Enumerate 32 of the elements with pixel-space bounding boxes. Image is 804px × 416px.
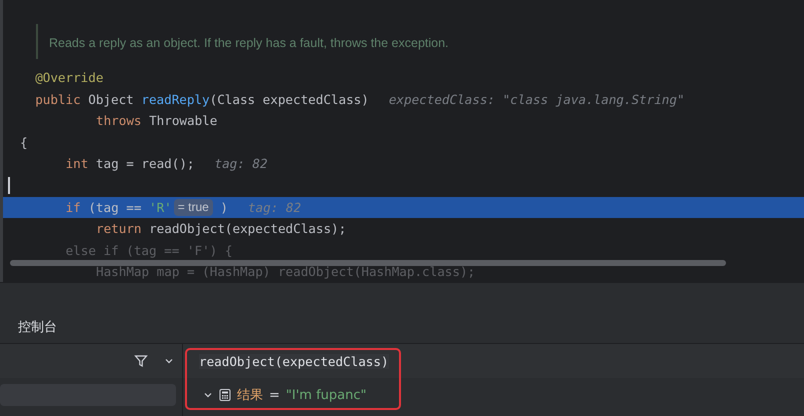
code-annotation: @Override <box>35 69 104 87</box>
inline-value-badge: = true <box>174 198 213 216</box>
code-text: tag = read(); <box>94 155 194 174</box>
equals-sign: = <box>269 388 280 402</box>
code-text: (Class expectedClass) <box>210 90 369 109</box>
code-method: readReply <box>141 90 210 109</box>
inline-value-hint: tag: 82 <box>214 155 268 174</box>
code-keyword: return <box>96 220 142 238</box>
inline-value-hint: expectedClass: "class java.lang.String" <box>388 90 685 109</box>
code-keyword: throws <box>96 112 142 130</box>
code-keyword: int <box>66 155 88 174</box>
code-keyword: if <box>66 198 81 217</box>
variable-value: "I'm fupanc" <box>286 388 366 402</box>
code-text: else if (tag == 'F') { <box>66 242 232 260</box>
filter-icon[interactable] <box>134 354 148 368</box>
code-text: (tag == <box>87 198 142 217</box>
code-keyword: public <box>35 90 81 109</box>
inline-value-hint: tag: 82 <box>248 198 302 217</box>
expression-field[interactable]: readObject(expectedClass) <box>199 354 389 368</box>
chevron-down-icon[interactable] <box>203 390 213 400</box>
code-string: 'R' <box>149 198 172 217</box>
doc-comment: Reads a reply as an object. If the reply has a fault, throws the exception. <box>49 36 449 50</box>
console-tab[interactable]: 控制台 <box>18 318 57 336</box>
variable-name: 结果 <box>237 387 263 404</box>
code-text: Object <box>87 90 135 109</box>
chevron-down-icon[interactable] <box>164 356 174 366</box>
code-text: Throwable <box>148 112 218 130</box>
code-text: { <box>20 134 28 152</box>
calculator-icon <box>219 389 231 401</box>
code-text: HashMap map = (HashMap) readObject(HashMap.class); <box>96 263 476 282</box>
code-text: ) <box>219 198 228 217</box>
code-text: readObject(expectedClass); <box>148 220 346 238</box>
